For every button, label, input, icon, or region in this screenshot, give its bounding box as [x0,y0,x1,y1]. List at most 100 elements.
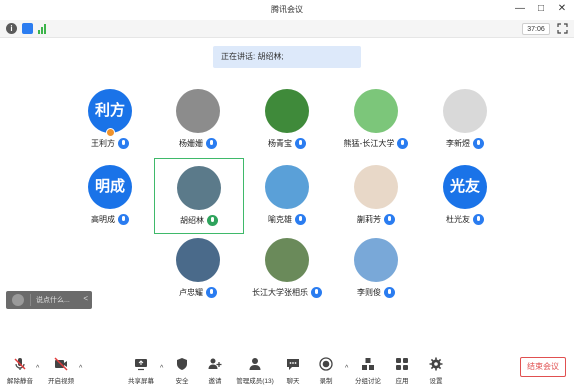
record-icon [319,357,333,371]
participant-tile[interactable]: 卢忠耀 [154,231,242,305]
share-screen-button[interactable]: 共享屏幕 [121,357,161,385]
participant-tile[interactable]: 喻克雄 [243,158,331,232]
participant-name: 王利方 [91,139,115,148]
status-icons: i [6,23,49,34]
mic-status-icon [397,138,409,149]
record-label: 录制 [319,378,333,385]
window-controls: — □ ✕ [514,3,568,15]
avatar: 利方 [88,89,132,133]
chat-collapse-button[interactable]: < [83,294,88,303]
participant-tile[interactable]: 利方 王利方 [66,82,154,156]
manage-members-button[interactable]: 管理成员(13) [235,357,275,385]
mic-status-icon [473,138,484,149]
participant-name-row: 杜光友 [421,214,509,225]
mic-status-icon [206,287,217,298]
participant-tile[interactable]: 长江大学张相乐 [243,231,331,305]
minimize-button[interactable]: — [514,3,526,15]
mic-status-icon [295,214,306,225]
participant-tile[interactable]: 光友 杜光友 [421,158,509,232]
avatar: 光友 [443,165,487,209]
fullscreen-icon[interactable] [557,23,568,34]
apps-icon [396,358,408,370]
participant-name-row: 杨青宝 [243,138,331,149]
participant-name: 胡绍林 [180,216,204,225]
avatar [354,165,398,209]
muted-mic-icon [14,358,26,370]
video-options-caret[interactable]: ^ [79,365,82,372]
participant-name: 熊猛-长江大学 [343,139,395,148]
avatar [176,238,220,282]
shield-icon [177,358,187,370]
participant-tile[interactable]: 杨姗姗 [154,82,242,156]
participant-name: 喻克雄 [268,215,292,224]
mic-status-icon [384,214,395,225]
info-icon[interactable]: i [6,23,17,34]
share-screen-icon [135,359,147,371]
participant-name: 长江大学张相乐 [252,288,308,297]
speaking-banner: 正在讲话: 胡绍林; [213,46,361,68]
participant-name-row: 蒯莉芳 [332,214,420,225]
invite-button[interactable]: 邀请 [195,357,235,385]
mic-status-icon [295,138,306,149]
manage-members-label: 管理成员(13) [236,378,274,385]
participant-tile[interactable]: 明成 高明成 [66,158,154,232]
meeting-toolbar: 解除静音 ^ 开启视频 ^ 共享屏幕 ^ 安全 邀请 管理成员(13) 聊天 录… [0,352,574,386]
participant-name-row: 李则俊 [332,287,420,298]
window-title: 腾讯会议 [271,5,303,14]
participant-name-row: 高明成 [66,214,154,225]
mic-status-icon [473,214,484,225]
signal-icon[interactable] [38,23,49,34]
chat-icon [287,359,299,370]
title-bar: 腾讯会议 — □ ✕ [0,0,574,20]
chat-label: 聊天 [286,378,300,385]
start-video-button[interactable]: 开启视频 [41,357,81,385]
participant-name-row: 李新煜 [421,138,509,149]
settings-button[interactable]: 设置 [416,357,456,385]
security-label: 安全 [175,378,189,385]
close-button[interactable]: ✕ [556,3,568,15]
meeting-timer: 37:06 [522,23,550,35]
participant-name-row: 长江大学张相乐 [243,287,331,298]
avatar [443,89,487,133]
video-off-icon [54,357,68,371]
chat-input[interactable]: 说点什么... < [6,291,92,309]
avatar [265,238,309,282]
participant-name: 杨青宝 [268,139,292,148]
mic-status-icon [206,138,217,149]
apps-label: 应用 [395,378,409,385]
unmute-label: 解除静音 [7,378,33,385]
mic-status-icon [118,138,129,149]
participant-name: 蒯莉芳 [357,215,381,224]
start-video-label: 开启视频 [48,378,74,385]
host-badge-icon [106,128,115,137]
participant-tile[interactable]: 杨青宝 [243,82,331,156]
participant-name-row: 喻克雄 [243,214,331,225]
status-bar: i 37:06 [0,20,574,38]
participant-tile[interactable]: 熊猛-长江大学 [332,82,420,156]
shield-icon[interactable] [22,23,33,34]
participant-tile[interactable]: 李则俊 [332,231,420,305]
avatar: 明成 [88,165,132,209]
avatar [354,238,398,282]
participant-tile[interactable]: 蒯莉芳 [332,158,420,232]
record-button[interactable]: 录制 [306,357,346,385]
unmute-button[interactable]: 解除静音 [0,357,40,385]
settings-label: 设置 [429,378,443,385]
avatar [265,89,309,133]
mic-status-icon [118,214,129,225]
participant-name: 杜光友 [446,215,470,224]
participant-name-row: 卢忠耀 [154,287,242,298]
avatar [177,166,221,210]
audio-options-caret[interactable]: ^ [36,365,39,372]
emoji-icon[interactable] [12,294,24,306]
members-icon [249,358,261,370]
participant-name-row: 胡绍林 [155,215,243,226]
participant-name-row: 王利方 [66,138,154,149]
mic-status-icon [311,287,322,298]
participant-tile[interactable]: 李新煜 [421,82,509,156]
maximize-button[interactable]: □ [535,3,547,15]
participant-tile[interactable]: 胡绍林 [154,158,244,234]
end-meeting-button[interactable]: 结束会议 [520,357,566,377]
participant-name-row: 熊猛-长江大学 [332,138,420,149]
participant-name: 李新煜 [446,139,470,148]
